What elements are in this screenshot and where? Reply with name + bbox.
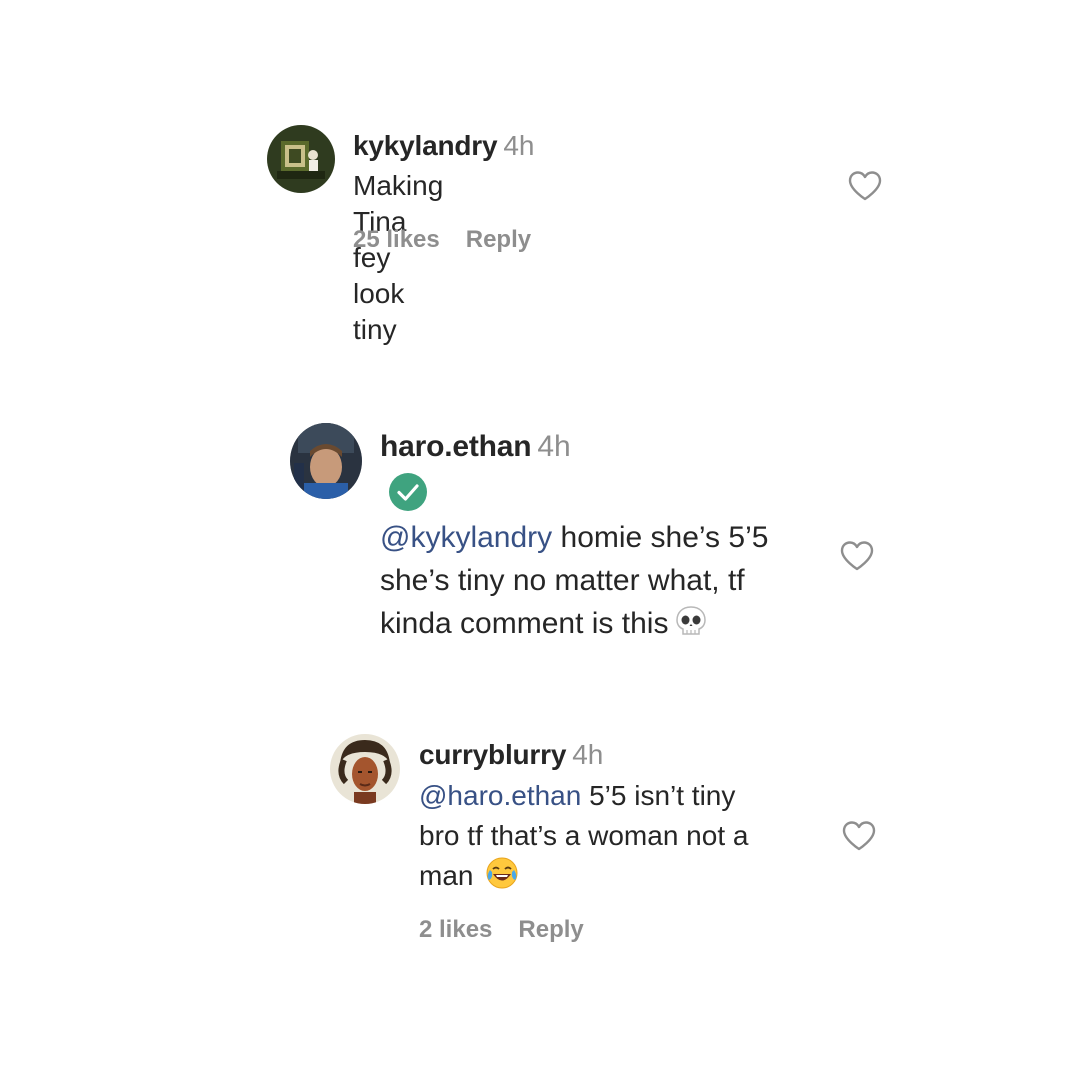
comment-text-segment: homie she’s 5’5 xyxy=(552,521,769,554)
avatar-image xyxy=(267,125,335,193)
timestamp[interactable]: 4h xyxy=(503,130,534,161)
comment-text-segment: man xyxy=(419,860,474,891)
comment-header: curryblurry 4h xyxy=(419,737,603,773)
comment-line: man xyxy=(419,856,839,901)
comment-line: bro tf that’s a woman not a xyxy=(419,820,749,851)
comment-header: kykylandry 4h xyxy=(353,128,534,164)
comment-text-segment: kinda comment is this xyxy=(380,607,669,640)
avatar[interactable] xyxy=(290,423,362,499)
reply-button[interactable]: Reply xyxy=(518,916,583,943)
laughing-tears-emoji-icon xyxy=(485,856,519,901)
avatar-image xyxy=(330,734,400,804)
timestamp[interactable]: 4h xyxy=(537,430,570,463)
verified-badge-icon xyxy=(388,472,428,512)
username[interactable]: curryblurry xyxy=(419,739,566,770)
comment-line: @kykylandry homie she’s 5’5 xyxy=(380,516,840,559)
comment-actions: 2 likes Reply xyxy=(419,916,584,944)
avatar[interactable] xyxy=(330,734,400,804)
username[interactable]: kykylandry xyxy=(353,130,498,161)
comment-header: haro.ethan 4h xyxy=(380,428,571,466)
comment-text-segment: 5’5 isn’t tiny xyxy=(581,780,736,811)
comment-text: @haro.ethan 5’5 isn’t tiny bro tf that’s… xyxy=(419,776,839,901)
mention-link[interactable]: @haro.ethan xyxy=(419,780,581,811)
comment-line: she’s tiny no matter what, tf xyxy=(380,564,745,597)
avatar-image xyxy=(290,423,362,499)
likes-count[interactable]: 25 likes xyxy=(353,226,440,253)
comment-line: @haro.ethan 5’5 isn’t tiny xyxy=(419,776,839,816)
mention-link[interactable]: @kykylandry xyxy=(380,521,552,554)
reply-button[interactable]: Reply xyxy=(466,226,531,253)
comment-text: Making Tina fey look tiny xyxy=(353,170,444,345)
skull-emoji-icon xyxy=(674,604,708,650)
comment-text: @kykylandry homie she’s 5’5 she’s tiny n… xyxy=(380,516,840,650)
comment-line: kinda comment is this xyxy=(380,602,840,650)
heart-icon[interactable] xyxy=(848,170,882,202)
timestamp[interactable]: 4h xyxy=(572,739,603,770)
comment-actions: 25 likes Reply xyxy=(353,226,531,254)
heart-icon[interactable] xyxy=(842,820,876,852)
likes-count[interactable]: 2 likes xyxy=(419,916,492,943)
username[interactable]: haro.ethan xyxy=(380,430,532,463)
avatar[interactable] xyxy=(267,125,335,193)
heart-icon[interactable] xyxy=(840,540,874,572)
